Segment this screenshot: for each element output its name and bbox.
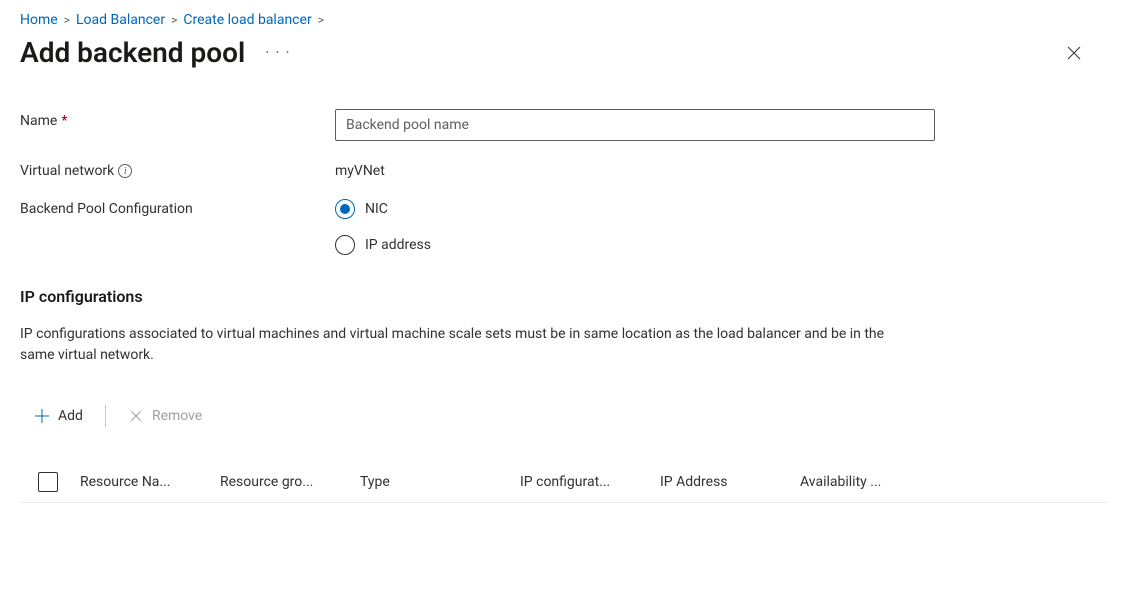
ipconfig-toolbar: Add Remove — [20, 402, 1108, 430]
radio-nic[interactable]: NIC — [335, 199, 935, 219]
col-availability[interactable]: Availability ... — [800, 474, 950, 490]
more-menu-icon[interactable]: · · · — [261, 39, 294, 66]
config-label: Backend Pool Configuration — [20, 201, 193, 217]
chevron-right-icon: > — [318, 13, 324, 27]
chevron-right-icon: > — [171, 13, 177, 27]
col-ip-config[interactable]: IP configurat... — [520, 474, 660, 490]
vnet-value: myVNet — [335, 159, 935, 179]
name-input[interactable] — [335, 109, 935, 141]
field-backend-config: Backend Pool Configuration NIC IP addres… — [20, 197, 1108, 255]
chevron-right-icon: > — [64, 13, 70, 27]
add-button[interactable]: Add — [20, 402, 97, 430]
field-name: Name * — [20, 109, 1108, 141]
x-icon — [128, 408, 144, 424]
col-resource-group[interactable]: Resource gro... — [220, 474, 360, 490]
page-title: Add backend pool — [20, 36, 245, 69]
col-ip-address[interactable]: IP Address — [660, 474, 800, 490]
name-label: Name — [20, 113, 57, 129]
breadcrumb-item-load-balancer[interactable]: Load Balancer — [76, 12, 165, 28]
info-icon[interactable]: i — [118, 164, 132, 178]
radio-ip-label: IP address — [365, 237, 431, 253]
radio-icon — [335, 235, 355, 255]
vnet-label: Virtual network — [20, 163, 114, 179]
add-label: Add — [58, 408, 83, 424]
remove-button[interactable]: Remove — [114, 402, 216, 430]
radio-ip-address[interactable]: IP address — [335, 235, 935, 255]
ipconfig-heading: IP configurations — [20, 287, 1108, 306]
breadcrumb-item-home[interactable]: Home — [20, 12, 58, 28]
remove-label: Remove — [152, 408, 202, 424]
col-resource-name[interactable]: Resource Na... — [80, 474, 220, 490]
close-icon — [1066, 45, 1082, 61]
required-indicator: * — [61, 113, 67, 129]
radio-nic-label: NIC — [365, 201, 388, 217]
plus-icon — [34, 408, 50, 424]
config-radio-group: NIC IP address — [335, 197, 935, 255]
radio-icon — [335, 199, 355, 219]
breadcrumb-item-create-lb[interactable]: Create load balancer — [183, 12, 311, 28]
select-all-checkbox[interactable] — [38, 472, 58, 492]
col-type[interactable]: Type — [360, 474, 520, 490]
close-button[interactable] — [1060, 39, 1088, 67]
ipconfig-description: IP configurations associated to virtual … — [20, 324, 920, 366]
table-header-row: Resource Na... Resource gro... Type IP c… — [20, 462, 1108, 503]
field-virtual-network: Virtual network i myVNet — [20, 159, 1108, 179]
title-row: Add backend pool · · · — [20, 36, 1108, 69]
toolbar-separator — [105, 405, 106, 427]
ipconfig-table: Resource Na... Resource gro... Type IP c… — [20, 462, 1108, 503]
breadcrumb: Home > Load Balancer > Create load balan… — [20, 12, 1108, 28]
